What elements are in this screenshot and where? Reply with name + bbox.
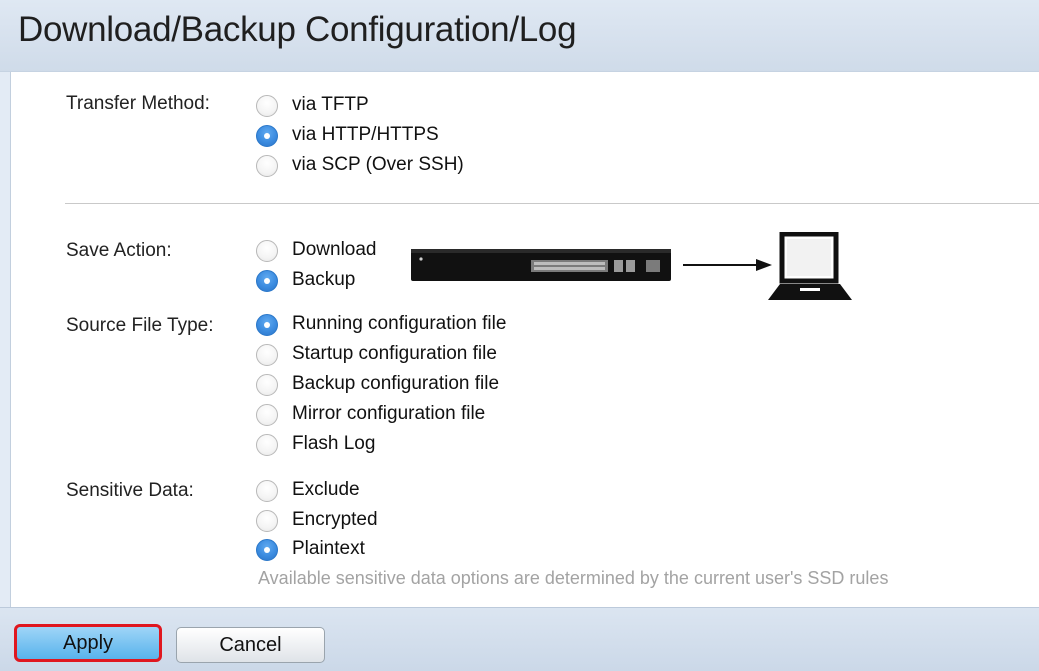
- transfer-method-label: Transfer Method:: [66, 93, 210, 114]
- apply-button[interactable]: Apply: [14, 624, 162, 662]
- page-header: Download/Backup Configuration/Log: [0, 0, 1039, 72]
- sensitive-data-label: Sensitive Data:: [66, 480, 194, 501]
- radio-circle[interactable]: [256, 155, 278, 177]
- option-label: Download: [292, 239, 377, 260]
- radio-circle[interactable]: [256, 374, 278, 396]
- radio-circle[interactable]: [256, 480, 278, 502]
- source-file-type-label: Source File Type:: [66, 315, 214, 336]
- option-label: via HTTP/HTTPS: [292, 124, 439, 145]
- option-label: Plaintext: [292, 538, 365, 559]
- option-label: Encrypted: [292, 509, 378, 530]
- radio-circle[interactable]: [256, 510, 278, 532]
- button-bar: Apply Cancel: [0, 607, 1039, 671]
- arrow-right-icon: [683, 259, 772, 271]
- option-label: via TFTP: [292, 94, 369, 115]
- computer-icon: [768, 231, 852, 300]
- radio-circle[interactable]: [256, 344, 278, 366]
- radio-circle[interactable]: [256, 404, 278, 426]
- save-action-label: Save Action:: [66, 240, 172, 261]
- cancel-button[interactable]: Cancel: [176, 627, 325, 663]
- network-switch-icon: [411, 249, 671, 281]
- option-label: Running configuration file: [292, 313, 507, 334]
- form-panel: [10, 72, 1039, 607]
- option-label: Mirror configuration file: [292, 403, 486, 424]
- radio-circle[interactable]: [256, 125, 278, 147]
- option-label: Backup: [292, 269, 356, 290]
- section-divider: [65, 203, 1039, 204]
- radio-circle[interactable]: [256, 240, 278, 262]
- diagram-svg: [411, 231, 852, 300]
- page-title: Download/Backup Configuration/Log: [18, 10, 577, 49]
- left-edge-strip: [0, 72, 10, 607]
- option-label: Startup configuration file: [292, 343, 497, 364]
- radio-circle[interactable]: [256, 434, 278, 456]
- radio-circle[interactable]: [256, 314, 278, 336]
- option-label: Backup configuration file: [292, 373, 500, 394]
- option-label: Flash Log: [292, 433, 376, 454]
- radio-circle[interactable]: [256, 95, 278, 117]
- option-label: Exclude: [292, 479, 360, 500]
- radio-circle[interactable]: [256, 270, 278, 292]
- option-label: via SCP (Over SSH): [292, 154, 464, 175]
- backup-direction-diagram: [408, 231, 858, 312]
- radio-circle[interactable]: [256, 539, 278, 561]
- sensitive-data-note: Available sensitive data options are det…: [258, 568, 889, 588]
